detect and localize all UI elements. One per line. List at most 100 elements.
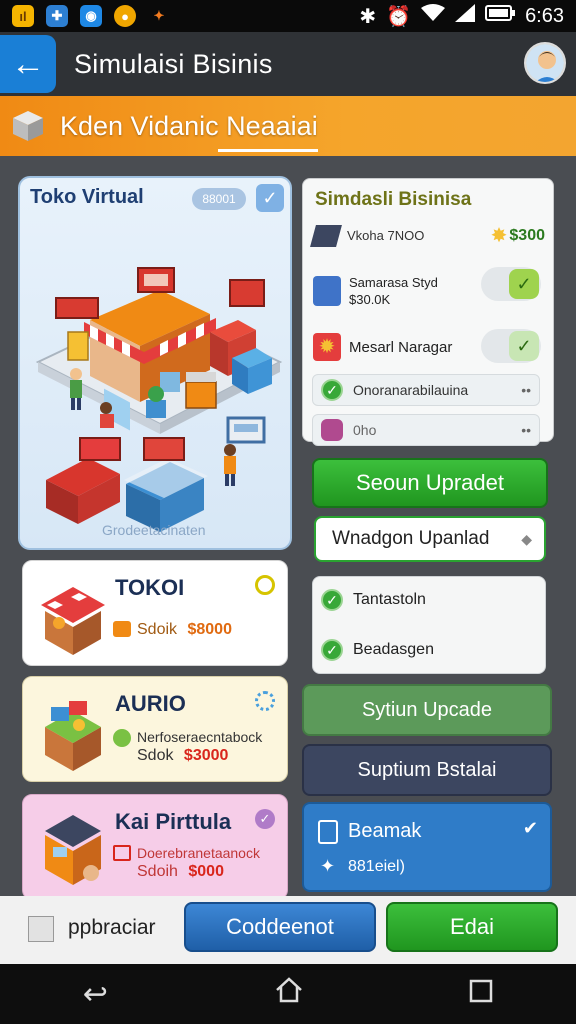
list-item[interactable]: 0ho ••: [312, 414, 540, 446]
card-price: $8000: [187, 621, 232, 638]
back-button[interactable]: ←: [0, 35, 56, 93]
toggle-switch[interactable]: ✓: [481, 267, 541, 301]
button-label: Sytiun Upcade: [361, 698, 493, 721]
check-icon: ✓: [509, 331, 539, 361]
check-icon[interactable]: ✓: [256, 184, 284, 212]
item-row[interactable]: Vkoha 7NOO ✸ $300: [310, 223, 545, 248]
main-content: Toko Virtual 88001 ✓ Grodeetacinaten TOK…: [0, 156, 576, 900]
leaf-icon: [113, 729, 131, 747]
business-card-kai-pirttula[interactable]: Kai Pirttula ✓ Doerebranetaanock Sdoih $…: [22, 794, 288, 900]
slate-install-button[interactable]: Suptium Bstalai: [302, 744, 552, 796]
status-bar: ıl ✚ ◉ ● ✦ ✱ ⏰ 6:63: [0, 0, 576, 32]
bird-icon: ✦: [320, 856, 336, 876]
sage-update-button[interactable]: Sytiun Upcade: [302, 684, 552, 736]
button-label: Wnadgon Upanlad: [332, 528, 490, 549]
app-title: Simulaisi Bisinis: [74, 48, 273, 79]
share-card[interactable]: Beamak ✔ ✦ 881eiel): [302, 802, 552, 892]
battery-icon: [485, 4, 516, 28]
list-item[interactable]: ✓ Onoranarabilauina ••: [312, 374, 540, 406]
business-card-aurio[interactable]: AURIO Nerfoseraecntabock Sdok $3000: [22, 676, 288, 782]
wifi-icon: [421, 4, 446, 28]
button-label: Coddeenot: [226, 914, 334, 939]
toggle-switch[interactable]: ✓: [481, 329, 541, 363]
list-item-label: 0ho: [353, 422, 377, 438]
card-title: AURIO: [115, 691, 186, 716]
checklist-label: Beadasgen: [353, 641, 434, 658]
produce-crate-icon: [45, 701, 101, 771]
document-icon: [28, 916, 54, 942]
tab-underline: [218, 149, 318, 152]
row-price: $300: [509, 226, 545, 244]
check-circle-icon: ✓: [321, 379, 343, 401]
isometric-store-illustration: [35, 267, 283, 532]
virtual-store-scene[interactable]: Toko Virtual 88001 ✓ Grodeetacinaten: [18, 176, 292, 550]
row-label: Vkoha 7NOO: [347, 228, 425, 243]
card-line: Nerfoseraecntabock: [137, 729, 263, 745]
card-price: $000: [188, 863, 224, 880]
bluetooth-icon: ✱: [359, 5, 377, 28]
avatar[interactable]: [524, 42, 566, 84]
button-label: Suptium Bstalai: [357, 758, 497, 781]
back-nav-icon[interactable]: ↩: [83, 977, 108, 1012]
cube-icon: [13, 111, 43, 141]
check-circle-icon: ✓: [321, 639, 343, 661]
blue-action-button[interactable]: Coddeenot: [184, 902, 376, 952]
camera-icon: [321, 419, 343, 441]
card-title: Kai Pirttula: [115, 809, 232, 834]
bottom-action-bar: ppbraciar Coddeenot Edai: [0, 896, 576, 964]
checklist-item[interactable]: ✓ Tantastoln: [321, 589, 426, 611]
share-sub: 881eiel): [348, 858, 405, 875]
panel-title: Simdasli Bisinisa: [315, 189, 472, 210]
tool-icon: [310, 224, 342, 247]
clock: 6:63: [525, 4, 564, 27]
card-price: $3000: [183, 747, 229, 764]
section-banner: Kden Vidanic Neaaiai: [0, 96, 576, 156]
row-label: Mesarl Naragar: [349, 338, 453, 356]
chevron-down-icon: ◆: [521, 530, 532, 547]
more-icon[interactable]: ••: [521, 382, 531, 398]
green-edit-button[interactable]: Edai: [386, 902, 558, 952]
checklist-item[interactable]: ✓ Beadasgen: [321, 639, 434, 661]
list-item-label: Onoranarabilauina: [353, 382, 469, 398]
recents-icon[interactable]: [469, 977, 493, 1011]
market-stall-icon: [41, 587, 105, 655]
card-line: Sdoik: [137, 621, 178, 638]
check-circle-icon: ✓: [321, 589, 343, 611]
check-icon: ✓: [255, 809, 275, 829]
business-card-tokoi[interactable]: TOKOI Sdoik $8000: [22, 560, 288, 666]
puzzle-app-icon: ✚: [46, 5, 68, 27]
stage-caption: Grodeetacinaten: [102, 522, 206, 538]
banner-title: Kden Vidanic Neaaiai: [60, 110, 318, 141]
card-line: Sdok: [137, 747, 174, 764]
alarm-icon: ⏰: [386, 5, 412, 28]
collapse-icon[interactable]: ✔: [523, 818, 538, 839]
button-label: Edai: [449, 914, 495, 939]
kiosk-icon: [45, 815, 101, 885]
more-icon[interactable]: ••: [521, 422, 531, 438]
burst-icon: ✹: [313, 333, 341, 361]
arrow-left-icon: ←: [11, 44, 45, 83]
bottom-label[interactable]: ppbraciar: [68, 916, 156, 940]
card-line: Doerebranetaanock: [137, 845, 260, 861]
button-label: Seoun Upradet: [356, 470, 504, 495]
gear-icon[interactable]: [255, 691, 275, 711]
status-ring-icon: [255, 575, 275, 595]
checklist-box: ✓ Tantastoln ✓ Beadasgen: [312, 576, 546, 674]
coin-icon: [113, 621, 131, 637]
app-icon: [313, 276, 341, 306]
share-title: Beamak: [348, 820, 422, 842]
star-icon: ✸: [490, 225, 508, 247]
home-icon[interactable]: [274, 976, 304, 1012]
stage-title: Toko Virtual: [30, 186, 144, 208]
checklist-label: Tantastoln: [353, 591, 426, 608]
game-app-icon: ✦: [153, 8, 165, 23]
card-line: Sdoih: [137, 863, 178, 880]
document-icon: [318, 820, 338, 844]
stage-counter-pill: 88001: [192, 188, 246, 210]
coin-app-icon: ●: [114, 5, 136, 27]
outline-upload-button[interactable]: Wnadgon Upanlad ◆: [314, 516, 546, 562]
tag-icon: [113, 845, 131, 861]
card-title: TOKOI: [115, 575, 185, 600]
system-nav-bar: ↩: [0, 964, 576, 1024]
green-update-button[interactable]: Seoun Upradet: [312, 458, 548, 508]
